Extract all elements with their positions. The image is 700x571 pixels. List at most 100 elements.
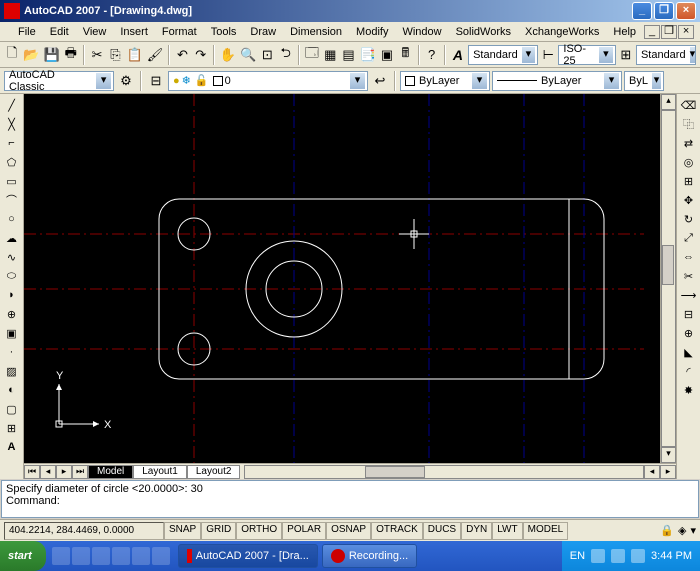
redo-icon[interactable]: ↷: [193, 45, 209, 65]
taskbar-task[interactable]: AutoCAD 2007 - [Dra...: [178, 544, 318, 568]
revcloud-icon[interactable]: ☁: [2, 229, 22, 247]
hscroll-track[interactable]: [244, 465, 644, 479]
layer-manager-icon[interactable]: ⊟: [146, 71, 166, 91]
plot-icon[interactable]: 🖶: [63, 45, 79, 65]
dropdown-icon[interactable]: ▾: [690, 47, 696, 63]
calc-icon[interactable]: 🖩: [397, 45, 413, 65]
lineweight-combo[interactable]: ByL▾: [624, 71, 664, 91]
tray-icon[interactable]: [611, 549, 625, 563]
table-icon[interactable]: ⊞: [2, 419, 22, 437]
xline-icon[interactable]: ╳: [2, 115, 22, 133]
clock[interactable]: 3:44 PM: [651, 550, 692, 562]
dropdown-icon[interactable]: ▾: [652, 73, 661, 89]
menu-edit[interactable]: Edit: [44, 24, 75, 40]
vertical-scrollbar[interactable]: ▴ ▾: [660, 94, 676, 463]
open-icon[interactable]: 📂: [22, 45, 40, 65]
pline-icon[interactable]: ⌐: [2, 134, 22, 152]
tab-first-icon[interactable]: ⏮: [24, 465, 40, 479]
coordinate-display[interactable]: 404.2214, 284.4469, 0.0000: [4, 522, 164, 540]
sheet-set-icon[interactable]: 📑: [359, 45, 377, 65]
hscroll-thumb[interactable]: [365, 466, 425, 478]
menu-tools[interactable]: Tools: [205, 24, 243, 40]
arc-icon[interactable]: ⌒: [2, 191, 22, 209]
zoom-win-icon[interactable]: ⊡: [259, 45, 275, 65]
rectangle-icon[interactable]: ▭: [2, 172, 22, 190]
gradient-icon[interactable]: ◐: [2, 381, 22, 399]
spline-icon[interactable]: ∿: [2, 248, 22, 266]
erase-icon[interactable]: ⌫: [679, 96, 699, 114]
status-osnap[interactable]: OSNAP: [326, 522, 371, 540]
markup-icon[interactable]: ▣: [379, 45, 395, 65]
text-style-combo[interactable]: Standard▾: [468, 45, 538, 65]
line-icon[interactable]: ╱: [2, 96, 22, 114]
tab-model[interactable]: Model: [88, 465, 133, 479]
stretch-icon[interactable]: ⇔: [679, 248, 699, 266]
mdi-minimize[interactable]: _: [644, 25, 660, 39]
tab-layout1[interactable]: Layout1: [133, 465, 187, 479]
status-ortho[interactable]: ORTHO: [236, 522, 282, 540]
polygon-icon[interactable]: ⬠: [2, 153, 22, 171]
new-icon[interactable]: 🗋: [4, 45, 20, 65]
explode-icon[interactable]: ✸: [679, 381, 699, 399]
ellipse-icon[interactable]: ⬭: [2, 267, 22, 285]
taskbar-task[interactable]: Recording...: [322, 544, 417, 568]
array-icon[interactable]: ⊞: [679, 172, 699, 190]
tray-annotation-icon[interactable]: ▾: [690, 524, 696, 537]
text-style-icon[interactable]: A: [450, 45, 466, 65]
ql-icon[interactable]: [92, 547, 110, 565]
trim-icon[interactable]: ✂: [679, 267, 699, 285]
menu-xchangeworks[interactable]: XchangeWorks: [519, 24, 605, 40]
paste-icon[interactable]: 📋: [126, 45, 144, 65]
status-dyn[interactable]: DYN: [461, 522, 492, 540]
minimize-button[interactable]: _: [632, 2, 652, 20]
copy-obj-icon[interactable]: ⿻: [679, 115, 699, 133]
hatch-icon[interactable]: ▨: [2, 362, 22, 380]
dropdown-icon[interactable]: ▾: [604, 73, 619, 89]
insert-icon[interactable]: ⊕: [2, 305, 22, 323]
start-button[interactable]: start: [0, 541, 46, 571]
region-icon[interactable]: ▢: [2, 400, 22, 418]
dim-style-combo[interactable]: ISO-25▾: [558, 45, 615, 65]
tray-icon[interactable]: [591, 549, 605, 563]
menu-format[interactable]: Format: [156, 24, 203, 40]
zoom-rt-icon[interactable]: 🔍: [239, 45, 257, 65]
menu-modify[interactable]: Modify: [350, 24, 394, 40]
workspace-settings-icon[interactable]: ⚙: [116, 71, 136, 91]
mirror-icon[interactable]: ⇄: [679, 134, 699, 152]
dim-style-icon[interactable]: ⊢: [540, 45, 556, 65]
menu-window[interactable]: Window: [396, 24, 447, 40]
close-button[interactable]: ×: [676, 2, 696, 20]
menu-insert[interactable]: Insert: [114, 24, 154, 40]
rotate-icon[interactable]: ↻: [679, 210, 699, 228]
dropdown-icon[interactable]: ▾: [472, 73, 487, 89]
tray-lock-icon[interactable]: 🔒: [660, 524, 674, 537]
undo-icon[interactable]: ↶: [174, 45, 190, 65]
maximize-button[interactable]: ❐: [654, 2, 674, 20]
ql-icon[interactable]: [72, 547, 90, 565]
move-icon[interactable]: ✥: [679, 191, 699, 209]
cut-icon[interactable]: ✂: [89, 45, 105, 65]
table-style-combo[interactable]: Standard▾: [636, 45, 696, 65]
status-ducs[interactable]: DUCS: [423, 522, 461, 540]
point-icon[interactable]: ·: [2, 343, 22, 361]
layer-prev-icon[interactable]: ↩: [370, 71, 390, 91]
tab-prev-icon[interactable]: ◂: [40, 465, 56, 479]
scroll-track[interactable]: [661, 110, 676, 447]
mdi-close[interactable]: ×: [678, 25, 694, 39]
drawing-canvas[interactable]: XY: [24, 94, 660, 463]
command-window[interactable]: Specify diameter of circle <20.0000>: 30…: [1, 480, 699, 518]
help-icon[interactable]: ?: [424, 45, 440, 65]
linetype-combo[interactable]: ByLayer ▾: [492, 71, 622, 91]
menu-draw[interactable]: Draw: [244, 24, 282, 40]
color-combo[interactable]: ByLayer ▾: [400, 71, 490, 91]
circle-icon[interactable]: ○: [2, 210, 22, 228]
pan-icon[interactable]: ✋: [219, 45, 237, 65]
scale-icon[interactable]: ⤢: [679, 229, 699, 247]
match-icon[interactable]: 🖌: [146, 45, 165, 65]
tab-layout2[interactable]: Layout2: [187, 465, 241, 479]
chamfer-icon[interactable]: ◣: [679, 343, 699, 361]
lang-indicator[interactable]: EN: [570, 550, 585, 562]
extend-icon[interactable]: ⟶: [679, 286, 699, 304]
scroll-down-icon[interactable]: ▾: [661, 447, 676, 463]
layer-combo[interactable]: ● ❄ 🔓 0 ▾: [168, 71, 368, 91]
